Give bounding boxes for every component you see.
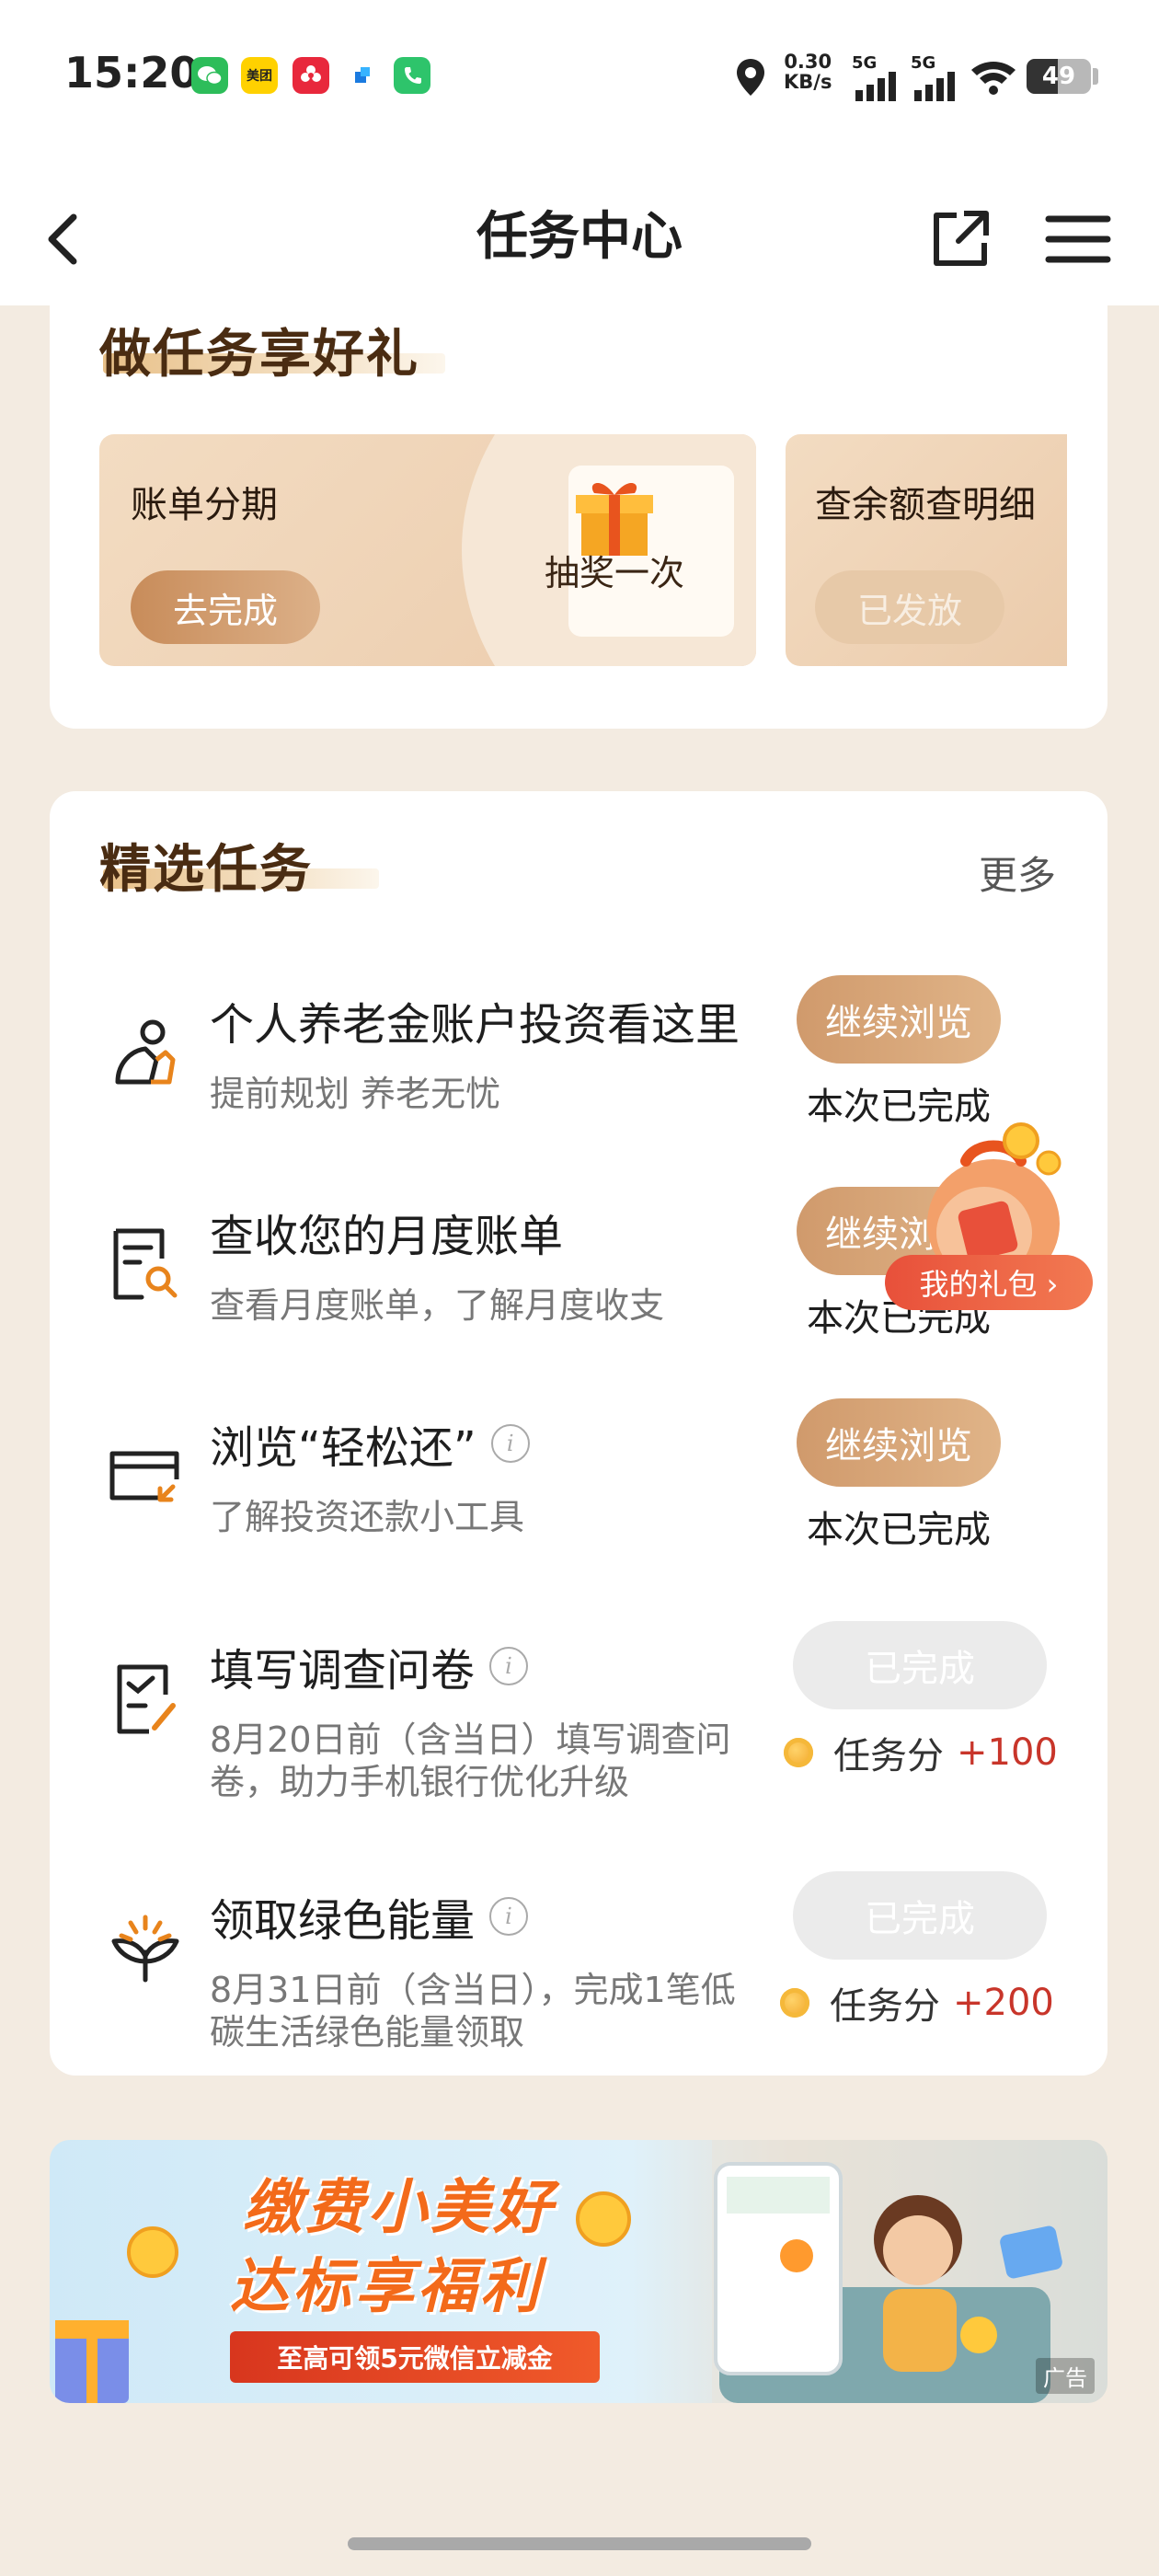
task-desc: 8月20日前（含当日）填写调查问卷，助力手机银行优化升级 — [210, 1719, 731, 1802]
task-title-text: 领取绿色能量 — [210, 1895, 476, 1947]
task-title: 浏览“轻松还” i — [210, 1411, 530, 1476]
continue-browse-button[interactable]: 继续浏览 — [797, 975, 1001, 1064]
flower-app-icon — [293, 57, 329, 94]
issued-button: 已发放 — [815, 570, 1004, 644]
promo-banner[interactable]: 缴费小美好 达标享福利 至高可领5元微信立减金 广告 — [50, 2140, 1107, 2403]
go-complete-button[interactable]: 去完成 — [131, 570, 320, 644]
task-title: 查收您的月度账单 — [210, 1211, 564, 1262]
task-desc: 8月31日前（含当日），完成1笔低碳生活绿色能量领取 — [210, 1970, 736, 2053]
wechat-icon — [191, 57, 228, 94]
task-row: 浏览“轻松还” i 了解投资还款小工具 继续浏览 本次已完成 — [50, 1398, 1107, 1592]
promo-tile-label: 查余额查明细 — [815, 484, 1036, 526]
share-icon[interactable] — [924, 202, 997, 276]
completed-button: 已完成 — [793, 1621, 1047, 1709]
task-title: 个人养老金账户投资看这里 — [210, 999, 740, 1051]
location-icon — [732, 52, 769, 103]
points-value: +200 — [953, 1982, 1054, 2024]
signal-2-label: 5G — [911, 53, 936, 73]
coin-icon — [784, 1738, 813, 1767]
survey-edit-icon — [117, 1664, 176, 1734]
my-gift-pack-button[interactable]: 我的礼包 › — [885, 1255, 1093, 1310]
task-desc: 查看月度账单，了解月度收支 — [210, 1285, 665, 1326]
promo-tile-balance[interactable]: 查余额查明细 已发放 — [786, 434, 1067, 666]
coin-icon — [780, 1988, 809, 2018]
task-title-text: 填写调查问卷 — [210, 1645, 476, 1696]
status-time: 15:20 — [64, 48, 200, 98]
points-label: 任务分 — [830, 1985, 940, 2028]
signal-bars-icon — [855, 72, 896, 101]
featured-tasks-card: 精选任务 更多 个人养老金账户投资看这里 提前规划 养老无忧 继续浏览 本次已完… — [50, 791, 1107, 2076]
signal-5g-1: 5G — [852, 52, 900, 103]
task-points: 任务分 +200 — [780, 1976, 1054, 2030]
pension-person-icon — [115, 1019, 176, 1085]
banner-title-line1: 缴费小美好 — [243, 2174, 556, 2242]
info-icon[interactable]: i — [489, 1647, 529, 1685]
ad-badge: 广告 — [1036, 2358, 1095, 2394]
banner-title-line2: 达标享福利 — [230, 2253, 543, 2321]
home-indicator[interactable] — [348, 2537, 811, 2550]
meituan-icon: 美团 — [241, 57, 278, 94]
battery-indicator: 49 — [1027, 59, 1091, 94]
promo-tile-label: 账单分期 — [131, 484, 278, 526]
net-speed-value: 0.30 — [784, 51, 832, 73]
net-speed-unit: KB/s — [784, 71, 832, 93]
task-points: 任务分 +100 — [784, 1726, 1058, 1779]
task-title-text: 浏览“轻松还” — [210, 1422, 476, 1474]
info-icon[interactable]: i — [490, 1424, 530, 1463]
featured-section-title: 精选任务 — [99, 840, 313, 900]
completed-button: 已完成 — [793, 1871, 1047, 1960]
signal-bars-icon — [914, 72, 955, 101]
task-title: 填写调查问卷 i — [210, 1634, 529, 1698]
signal-5g-2: 5G — [911, 52, 958, 103]
green-sprout-icon — [111, 1915, 179, 1983]
phone-app-icon — [394, 57, 430, 94]
points-label: 任务分 — [833, 1735, 944, 1777]
promo-section-title: 做任务享好礼 — [99, 325, 419, 385]
menu-icon[interactable] — [1041, 202, 1115, 276]
bill-search-icon — [113, 1228, 178, 1300]
blue-app-icon — [344, 57, 381, 94]
promo-tile-installment[interactable]: 账单分期 去完成 抽奖一次 — [99, 434, 756, 666]
wifi-icon — [970, 52, 1017, 103]
continue-browse-button[interactable]: 继续浏览 — [797, 1398, 1001, 1487]
repay-tool-icon — [109, 1451, 179, 1502]
task-row: 填写调查问卷 i 8月20日前（含当日）填写调查问卷，助力手机银行优化升级 已完… — [50, 1621, 1107, 1814]
more-link[interactable]: 更多 — [979, 845, 1056, 901]
reward-label: 抽奖一次 — [545, 553, 685, 593]
task-title: 领取绿色能量 i — [210, 1884, 529, 1949]
banner-ribbon: 至高可领5元微信立减金 — [230, 2331, 600, 2383]
signal-1-label: 5G — [852, 53, 878, 73]
task-row: 领取绿色能量 i 8月31日前（含当日），完成1笔低碳生活绿色能量领取 已完成 … — [50, 1871, 1107, 2064]
info-icon[interactable]: i — [489, 1897, 529, 1936]
task-desc: 提前规划 养老无忧 — [210, 1074, 501, 1114]
battery-nub — [1093, 68, 1098, 85]
battery-level-text: 49 — [1041, 63, 1076, 90]
status-bar: 15:20 美团 0.30 KB/s 5G 5G 49 — [0, 0, 1159, 156]
task-status: 本次已完成 — [807, 1509, 991, 1551]
points-value: +100 — [957, 1731, 1058, 1774]
network-speed: 0.30 KB/s — [784, 52, 832, 92]
task-desc: 了解投资还款小工具 — [210, 1497, 525, 1537]
